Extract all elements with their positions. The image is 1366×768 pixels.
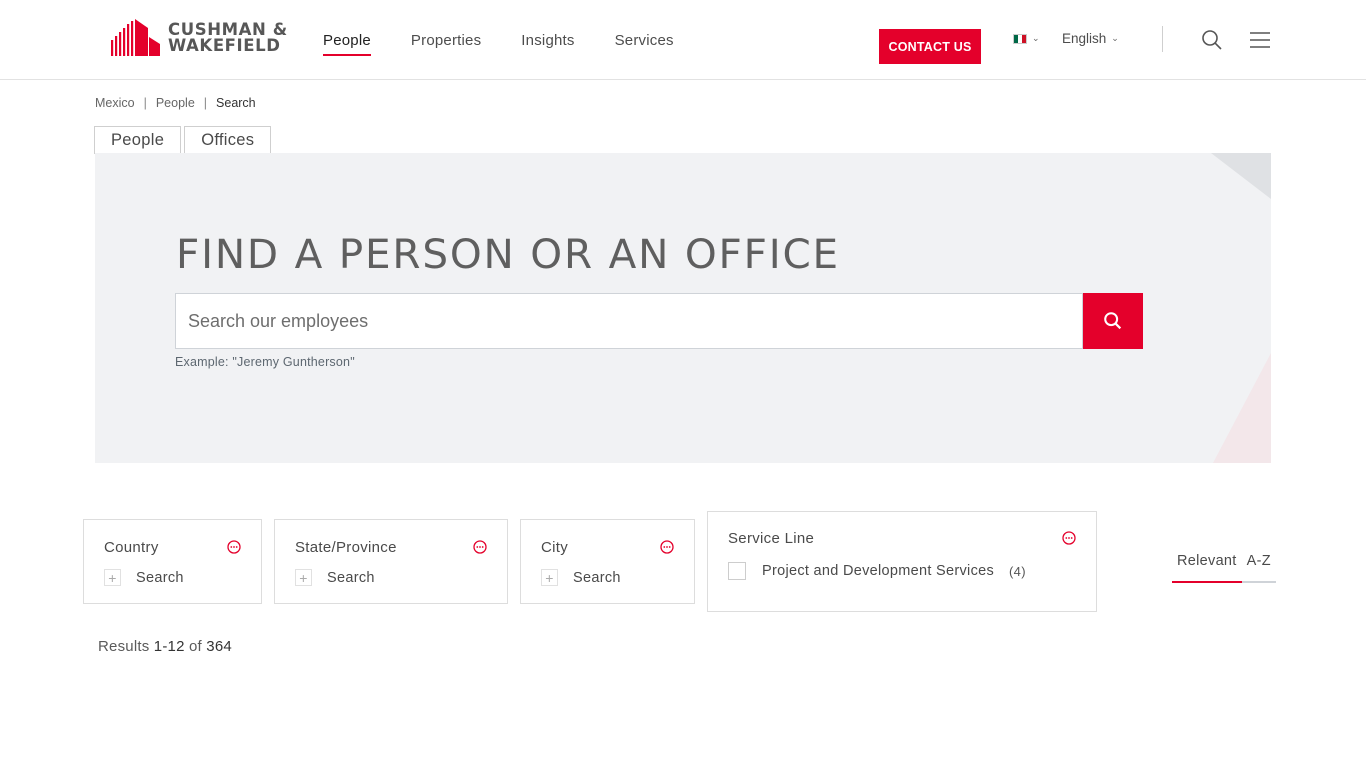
filter-title: Service Line [728, 530, 815, 547]
sort-options: Relevant A-Z [1172, 553, 1276, 583]
logo-line-2: WAKEFIELD [168, 35, 281, 55]
results-prefix: Results [98, 638, 150, 655]
results-of: of [189, 638, 202, 655]
nav-item-properties[interactable]: Properties [411, 0, 481, 80]
search-type-tabs: People Offices [94, 126, 274, 154]
results-total: 364 [206, 638, 232, 655]
service-line-option-label: Project and Development Services [762, 563, 995, 579]
service-line-option-count: (4) [1009, 563, 1026, 579]
chevron-down-icon: ⌄ [1032, 33, 1040, 43]
tab-people[interactable]: People [94, 126, 182, 154]
hamburger-menu-icon [1250, 32, 1270, 48]
page-title: FIND A PERSON OR AN OFFICE [176, 230, 840, 278]
more-options-icon[interactable] [1062, 531, 1076, 545]
more-options-icon[interactable] [227, 540, 241, 554]
nav-item-services[interactable]: Services [615, 0, 674, 80]
filter-state-province: State/Province + Search [274, 519, 508, 604]
breadcrumb: Mexico | People | Search [95, 96, 256, 110]
breadcrumb-item-search: Search [216, 96, 256, 110]
filter-title: City [541, 539, 569, 556]
plus-icon: + [104, 569, 121, 586]
more-options-icon[interactable] [473, 540, 487, 554]
search-example-hint: Example: "Jeremy Guntherson" [175, 355, 355, 369]
filter-city: City + Search [520, 519, 695, 604]
hero-decoration [1211, 153, 1271, 199]
logo-wordmark: CUSHMAN & WAKEFIELD [168, 21, 288, 55]
hero-decoration [1213, 353, 1271, 463]
filter-search-label: Search [136, 569, 184, 586]
service-line-option[interactable]: Project and Development Services (4) [728, 562, 1026, 580]
filter-search-toggle[interactable]: + Search [541, 569, 621, 586]
employee-search-box [175, 293, 1083, 349]
main-nav: People Properties Insights Services [323, 0, 714, 80]
plus-icon: + [541, 569, 558, 586]
country-selector[interactable]: ⌄ [1013, 33, 1040, 44]
filter-service-line: Service Line Project and Development Ser… [707, 511, 1097, 612]
filter-search-toggle[interactable]: + Search [104, 569, 184, 586]
header-search-button[interactable] [1200, 28, 1224, 52]
contact-us-button[interactable]: CONTACT US [879, 29, 981, 64]
results-range: 1-12 [153, 638, 185, 655]
results-count: Results 1-12 of 364 [98, 638, 232, 655]
mexico-flag-icon [1013, 33, 1027, 44]
language-selector[interactable]: English ⌄ [1062, 31, 1119, 46]
sort-a-z[interactable]: A-Z [1241, 553, 1276, 583]
site-header: CUSHMAN & WAKEFIELD People Properties In… [0, 0, 1366, 80]
tab-offices[interactable]: Offices [184, 126, 272, 154]
sort-relevant[interactable]: Relevant [1172, 553, 1242, 583]
search-submit-button[interactable] [1083, 293, 1143, 349]
nav-item-people[interactable]: People [323, 0, 371, 80]
menu-button[interactable] [1248, 28, 1272, 52]
search-icon [1202, 30, 1222, 50]
breadcrumb-separator: | [143, 96, 147, 110]
plus-icon: + [295, 569, 312, 586]
breadcrumb-item-people[interactable]: People [156, 96, 195, 110]
more-options-icon[interactable] [660, 540, 674, 554]
service-line-checkbox[interactable] [728, 562, 746, 580]
chevron-down-icon: ⌄ [1111, 33, 1119, 43]
breadcrumb-item-mexico[interactable]: Mexico [95, 96, 135, 110]
filter-search-label: Search [327, 569, 375, 586]
language-label: English [1062, 31, 1107, 46]
logo-bars-icon [111, 19, 160, 56]
nav-item-insights[interactable]: Insights [521, 0, 574, 80]
breadcrumb-separator: | [203, 96, 208, 110]
filter-search-label: Search [573, 569, 621, 586]
employee-search-input[interactable] [176, 294, 1082, 348]
search-hero: FIND A PERSON OR AN OFFICE Example: "Jer… [95, 153, 1271, 463]
filter-title: Country [104, 539, 159, 556]
header-divider [1162, 26, 1163, 52]
cushman-wakefield-logo[interactable]: CUSHMAN & WAKEFIELD [111, 19, 288, 56]
search-icon [1104, 312, 1122, 330]
filter-search-toggle[interactable]: + Search [295, 569, 375, 586]
filter-country: Country + Search [83, 519, 262, 604]
filter-title: State/Province [295, 539, 397, 556]
